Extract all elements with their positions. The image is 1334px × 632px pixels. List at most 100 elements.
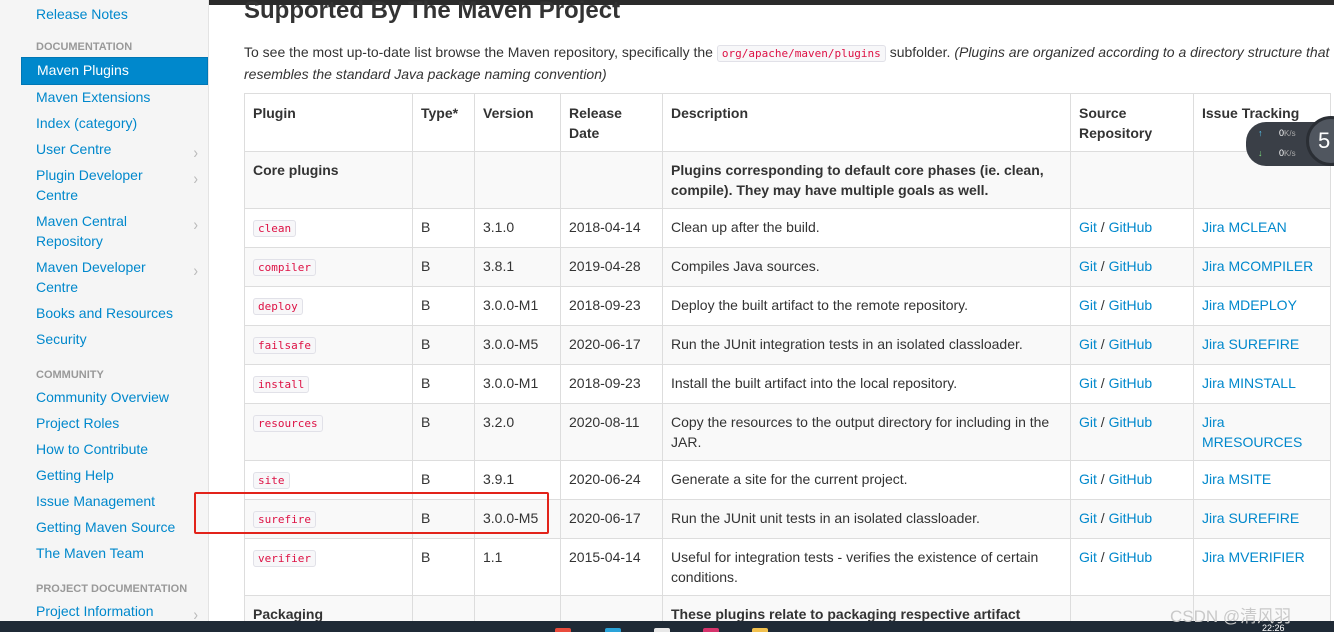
sidebar-item-project-roles[interactable]: Project Roles <box>21 411 208 437</box>
taskbar-app-icon[interactable] <box>752 628 768 632</box>
taskbar-app-icon[interactable] <box>703 628 719 632</box>
github-link[interactable]: GitHub <box>1109 297 1153 313</box>
plugin-cell: verifier <box>244 538 413 596</box>
plugin-name-link[interactable]: resources <box>253 415 323 432</box>
plugin-name-link[interactable]: compiler <box>253 259 316 276</box>
github-link[interactable]: GitHub <box>1109 510 1153 526</box>
community-header: COMMUNITY <box>36 369 104 381</box>
watermark-text: CSDN @清风羽 <box>1170 607 1292 626</box>
plugin-cell: resources <box>244 403 413 461</box>
download-arrow-icon: ↓ <box>1258 148 1263 158</box>
sidebar-item-label: Books and Resources <box>36 305 173 321</box>
jira-link[interactable]: Jira SUREFIRE <box>1202 510 1299 526</box>
chevron-right-icon: › <box>193 142 198 162</box>
sidebar-item-index-category[interactable]: Index (category) <box>21 111 208 137</box>
cpu-usage-gauge[interactable]: 5 <box>1306 116 1334 166</box>
plugin-cell: failsafe <box>244 325 413 365</box>
sidebar-item-getting-maven-source[interactable]: Getting Maven Source <box>21 515 208 541</box>
issue-tracking-cell: Jira MCOMPILER <box>1193 247 1331 287</box>
git-link[interactable]: Git <box>1079 297 1097 313</box>
source-repository-cell: Git / GitHub <box>1070 286 1194 326</box>
github-link[interactable]: GitHub <box>1109 549 1153 565</box>
group-description: Plugins corresponding to default core ph… <box>662 151 1071 209</box>
plugin-name-link[interactable]: install <box>253 376 310 393</box>
description-cell: Run the JUnit integration tests in an is… <box>662 325 1071 365</box>
github-link[interactable]: GitHub <box>1109 336 1153 352</box>
table-row: compiler B 3.8.1 2019-04-28 Compiles Java so… <box>244 247 1331 287</box>
version-cell: 3.2.0 <box>474 403 561 461</box>
taskbar-app-icon[interactable] <box>605 628 621 632</box>
jira-link[interactable]: Jira MVERIFIER <box>1202 549 1305 565</box>
sidebar-item-how-to-contribute[interactable]: How to Contribute <box>21 437 208 463</box>
git-link[interactable]: Git <box>1079 336 1097 352</box>
git-link[interactable]: Git <box>1079 219 1097 235</box>
highlight-annotation-box <box>194 492 549 534</box>
jira-link[interactable]: Jira MCLEAN <box>1202 219 1287 235</box>
type-cell: B <box>412 286 475 326</box>
sidebar-item-security[interactable]: Security <box>21 327 208 353</box>
intro-text-after: subfolder. <box>885 44 955 60</box>
jira-link[interactable]: Jira MRESOURCES <box>1202 414 1302 450</box>
type-cell: B <box>412 364 475 404</box>
sidebar-item-the-maven-team[interactable]: The Maven Team <box>21 541 208 567</box>
jira-link[interactable]: Jira MCOMPILER <box>1202 258 1313 274</box>
taskbar-app-icon[interactable] <box>654 628 670 632</box>
taskbar-app-icon[interactable] <box>555 628 571 632</box>
github-link[interactable]: GitHub <box>1109 375 1153 391</box>
sidebar-item-getting-help[interactable]: Getting Help <box>21 463 208 489</box>
description-cell: Deploy the built artifact to the remote … <box>662 286 1071 326</box>
plugin-name-link[interactable]: verifier <box>253 550 316 567</box>
github-link[interactable]: GitHub <box>1109 414 1153 430</box>
download-unit: K/s <box>1284 149 1296 158</box>
link-separator: / <box>1100 375 1105 391</box>
sidebar-item-maven-developer-centre[interactable]: Maven Developer Centre › <box>21 255 208 301</box>
description-cell: Generate a site for the current project. <box>662 460 1071 500</box>
sidebar-item-maven-central-repository[interactable]: Maven Central Repository › <box>21 209 208 255</box>
github-link[interactable]: GitHub <box>1109 219 1153 235</box>
jira-link[interactable]: Jira SUREFIRE <box>1202 336 1299 352</box>
plugin-name-link[interactable]: deploy <box>253 298 303 315</box>
release-date-cell: 2015-04-14 <box>560 538 663 596</box>
link-separator: / <box>1100 549 1105 565</box>
source-repository-cell: Git / GitHub <box>1070 538 1194 596</box>
documentation-list: Maven Plugins Maven Extensions Index (ca… <box>21 57 208 353</box>
jira-link[interactable]: Jira MINSTALL <box>1202 375 1296 391</box>
plugin-name-link[interactable]: site <box>253 472 290 489</box>
jira-link[interactable]: Jira MSITE <box>1202 471 1271 487</box>
left-gutter <box>0 0 21 632</box>
github-link[interactable]: GitHub <box>1109 258 1153 274</box>
type-cell: B <box>412 538 475 596</box>
description-cell: Run the JUnit unit tests in an isolated … <box>662 499 1071 539</box>
column-header-plugin: Plugin <box>244 93 413 152</box>
version-cell: 3.1.0 <box>474 208 561 248</box>
jira-link[interactable]: Jira MDEPLOY <box>1202 297 1297 313</box>
github-link[interactable]: GitHub <box>1109 471 1153 487</box>
git-link[interactable]: Git <box>1079 414 1097 430</box>
plugin-name-link[interactable]: clean <box>253 220 297 237</box>
sidebar-item-issue-management[interactable]: Issue Management <box>21 489 208 515</box>
sidebar-item-plugin-developer-centre[interactable]: Plugin Developer Centre › <box>21 163 208 209</box>
git-link[interactable]: Git <box>1079 510 1097 526</box>
sidebar-item-maven-plugins[interactable]: Maven Plugins <box>21 57 208 85</box>
sidebar-item-books-and-resources[interactable]: Books and Resources <box>21 301 208 327</box>
version-cell: 1.1 <box>474 538 561 596</box>
git-link[interactable]: Git <box>1079 471 1097 487</box>
source-repository-cell: Git / GitHub <box>1070 499 1194 539</box>
intro-text: To see the most up-to-date list browse t… <box>244 44 717 60</box>
page-title: Supported By The Maven Project <box>244 0 621 24</box>
git-link[interactable]: Git <box>1079 258 1097 274</box>
release-date-cell: 2020-08-11 <box>560 403 663 461</box>
plugin-name-link[interactable]: failsafe <box>253 337 316 354</box>
sidebar-item-user-centre[interactable]: User Centre › <box>21 137 208 163</box>
sidebar-item-community-overview[interactable]: Community Overview <box>21 385 208 411</box>
release-date-cell: 2018-09-23 <box>560 286 663 326</box>
git-link[interactable]: Git <box>1079 549 1097 565</box>
version-cell: 3.8.1 <box>474 247 561 287</box>
sidebar-item-release-notes[interactable]: Release Notes <box>21 0 208 28</box>
issue-tracking-cell: Jira MVERIFIER <box>1193 538 1331 596</box>
sidebar-item-maven-extensions[interactable]: Maven Extensions <box>21 85 208 111</box>
git-link[interactable]: Git <box>1079 375 1097 391</box>
group-label: Core plugins <box>244 151 413 209</box>
issue-tracking-cell: Jira MSITE <box>1193 460 1331 500</box>
description-cell: Clean up after the build. <box>662 208 1071 248</box>
